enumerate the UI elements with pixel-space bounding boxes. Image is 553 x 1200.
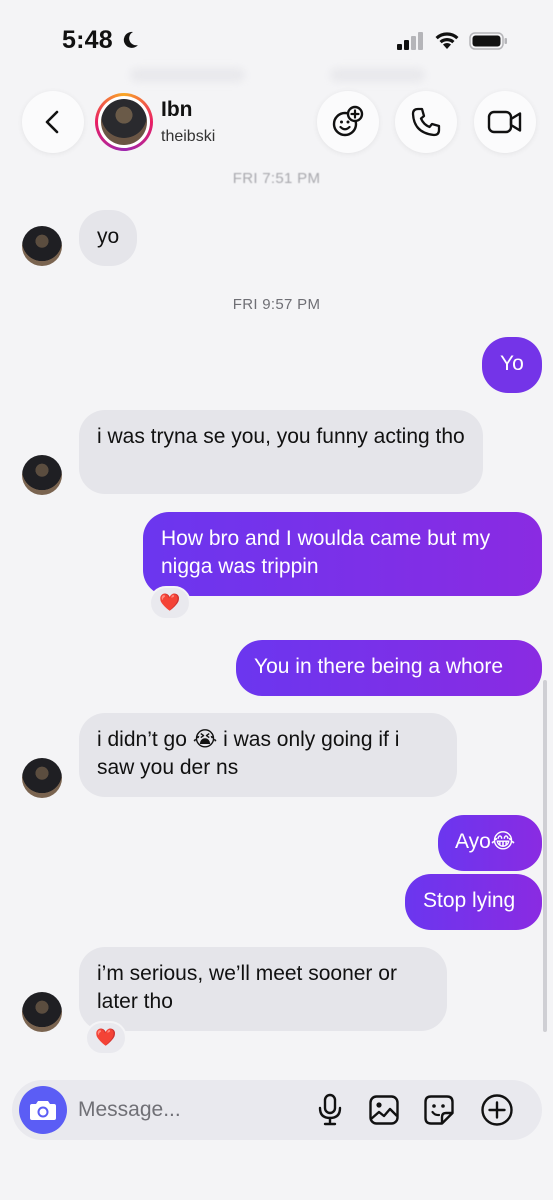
sender-avatar[interactable] xyxy=(22,226,62,266)
camera-button[interactable] xyxy=(19,1086,67,1134)
more-options-button[interactable] xyxy=(480,1093,514,1127)
contact-name[interactable]: Ibn xyxy=(161,98,193,122)
moon-icon xyxy=(123,31,138,48)
gallery-icon xyxy=(369,1095,399,1125)
outgoing-message[interactable]: Stop lying xyxy=(405,874,542,930)
message-composer xyxy=(12,1080,542,1140)
effects-button[interactable] xyxy=(317,91,379,153)
sticker-button[interactable] xyxy=(422,1093,456,1127)
audio-call-button[interactable] xyxy=(395,91,457,153)
gallery-button[interactable] xyxy=(367,1093,401,1127)
microphone-icon xyxy=(318,1093,342,1126)
sender-avatar[interactable] xyxy=(22,758,62,798)
contact-handle[interactable]: theibski xyxy=(161,128,215,146)
heart-icon: ❤️ xyxy=(159,593,181,612)
incoming-message[interactable]: i was tryna se you, you funny acting tho xyxy=(79,410,483,494)
heart-reaction[interactable]: ❤️ xyxy=(85,1021,127,1055)
timestamp: FRI 7:51 PM xyxy=(232,170,321,187)
camera-icon xyxy=(30,1101,56,1120)
chat-header: Ibn theibski xyxy=(0,88,553,158)
status-time: 5:48 xyxy=(62,26,113,54)
outgoing-message[interactable]: You in there being a whore xyxy=(236,640,542,696)
outgoing-message[interactable]: Yo xyxy=(482,337,542,393)
video-icon xyxy=(487,110,522,134)
battery-icon xyxy=(469,32,507,50)
incoming-message[interactable]: i didn’t go 😭 i was only going if i saw … xyxy=(79,713,457,797)
wifi-icon xyxy=(435,32,459,49)
sender-avatar[interactable] xyxy=(22,455,62,495)
blurred-background-text xyxy=(330,68,425,82)
blurred-background-text xyxy=(130,68,245,82)
phone-icon xyxy=(411,107,441,137)
video-call-button[interactable] xyxy=(474,91,536,153)
contact-avatar[interactable] xyxy=(95,93,153,151)
timestamp: FRI 9:57 PM xyxy=(232,296,321,313)
outgoing-message[interactable]: Ayo😂 xyxy=(438,815,542,871)
message-input[interactable] xyxy=(78,1094,298,1126)
effects-icon xyxy=(332,105,364,137)
back-button[interactable] xyxy=(22,91,84,153)
plus-icon xyxy=(481,1094,513,1126)
heart-icon: ❤️ xyxy=(95,1028,117,1047)
incoming-message[interactable]: yo xyxy=(79,210,137,266)
status-bar: 5:48 xyxy=(0,0,553,80)
voice-message-button[interactable] xyxy=(313,1093,347,1127)
heart-reaction[interactable]: ❤️ xyxy=(149,586,191,620)
sticker-icon xyxy=(424,1095,454,1125)
incoming-message[interactable]: i’m serious, we’ll meet sooner or later … xyxy=(79,947,447,1031)
signal-icon xyxy=(397,32,423,50)
scrollbar[interactable] xyxy=(543,680,547,1032)
sender-avatar[interactable] xyxy=(22,992,62,1032)
back-icon xyxy=(45,110,59,134)
outgoing-message[interactable]: How bro and I woulda came but my nigga w… xyxy=(143,512,542,596)
